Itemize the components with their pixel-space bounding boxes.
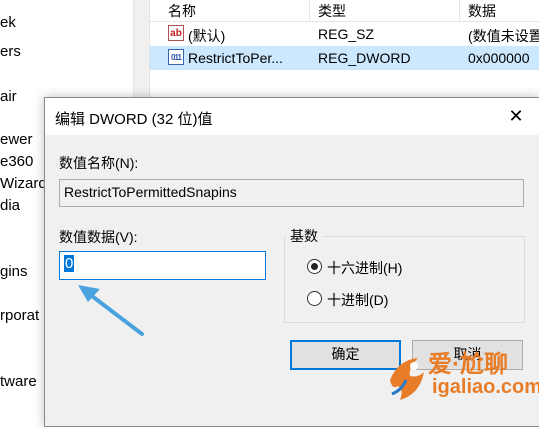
tree-item[interactable]: ewer [0,131,33,148]
dialog-title: 编辑 DWORD (32 位)值 [55,111,213,128]
list-row[interactable]: ab (默认) REG_SZ (数值未设置 [150,22,539,46]
tree-item[interactable]: gins [0,263,28,280]
tree-item[interactable]: air [0,88,17,105]
binary-value-icon: 011 [168,49,184,65]
value-name-field: RestrictToPermittedSnapins [59,179,524,207]
tree-item[interactable]: tware [0,373,37,390]
list-row-selected[interactable]: 011 RestrictToPer... REG_DWORD 0x000000 [150,46,539,70]
value-type: REG_SZ [318,26,375,42]
value-data: (数值未设置 [468,28,539,44]
value-data-selected-text: 0 [64,255,75,272]
value-name: RestrictToPer... [188,50,283,66]
value-name: (默认) [188,28,226,44]
column-header-type[interactable]: 类型 [318,1,346,21]
radio-decimal[interactable] [307,291,322,306]
dialog-titlebar[interactable]: 编辑 DWORD (32 位)值 ✕ [45,98,539,135]
column-header-name[interactable]: 名称 [168,1,196,21]
value-type: REG_DWORD [318,50,411,66]
radio-hexadecimal-label[interactable]: 十六进制(H) [327,258,402,278]
logo-mark-icon [390,358,424,400]
list-header: 名称 类型 数据 [150,0,539,22]
tree-item[interactable]: ek [0,14,16,31]
value-data-input[interactable]: 0 [59,251,266,280]
annotation-arrow-icon [78,285,144,336]
tree-item[interactable]: Wizard [0,175,47,192]
radio-hexadecimal[interactable] [307,259,322,274]
base-group-title: 基数 [286,226,322,246]
column-header-data[interactable]: 数据 [468,1,496,21]
value-name-label: 数值名称(N): [59,155,139,171]
watermark-logo: 爱·尬聊 igaliao.com [380,344,539,416]
string-value-icon: ab [168,25,184,41]
tree-item[interactable]: dia [0,197,20,214]
column-separator[interactable] [459,0,460,21]
close-button[interactable]: ✕ [493,98,539,135]
watermark-text-cn: 爱·尬聊 [428,351,508,378]
tree-item[interactable]: rporat [0,307,39,324]
value-data-label: 数值数据(V): [59,229,138,245]
radio-decimal-label[interactable]: 十进制(D) [327,290,388,310]
value-data: 0x000000 [468,50,530,66]
base-groupbox [284,236,525,323]
tree-item[interactable]: e360 [0,153,33,170]
column-separator[interactable] [309,0,310,21]
tree-item[interactable]: ers [0,43,21,60]
watermark-text-en: igaliao.com [432,376,539,398]
